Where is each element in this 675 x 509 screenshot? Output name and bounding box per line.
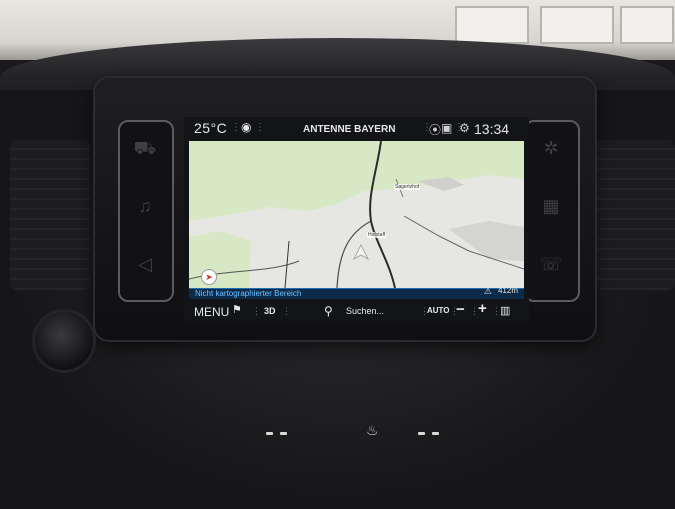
search-icon[interactable]: ⚲ bbox=[324, 304, 333, 318]
settings-shortcut-icon[interactable]: ✲ bbox=[534, 126, 568, 170]
map-layers-icon[interactable]: ▥ bbox=[500, 304, 510, 317]
console-indicator bbox=[266, 432, 273, 435]
unmapped-area-message: Nicht kartographierter Bereich bbox=[195, 289, 302, 298]
navigation-shortcut-icon[interactable]: ◁ bbox=[128, 242, 162, 286]
warning-triangle-icon: ⚠ bbox=[483, 286, 492, 296]
right-shortcut-panel: ✲ ▦ ☏ bbox=[524, 120, 580, 302]
zoom-out-button[interactable]: − bbox=[456, 301, 465, 318]
navigation-pin-icon[interactable]: ⦿ bbox=[429, 121, 441, 138]
volume-knob[interactable] bbox=[35, 312, 93, 370]
divider: ⋮ bbox=[255, 122, 265, 133]
car-shortcut-icon[interactable]: ⛟ bbox=[128, 126, 162, 170]
apps-shortcut-icon[interactable]: ▦ bbox=[534, 184, 568, 228]
forest-area bbox=[189, 141, 524, 221]
divider: ⋮ bbox=[282, 306, 291, 316]
phone-shortcut-icon[interactable]: ☏ bbox=[534, 242, 568, 286]
telephone-icon[interactable]: ▣ bbox=[441, 121, 452, 135]
auto-zoom-button[interactable]: AUTO bbox=[427, 306, 450, 315]
destination-flag-icon[interactable]: ⚑ bbox=[232, 303, 242, 316]
console-indicator bbox=[280, 432, 287, 435]
route-info-strip: Nicht kartographierter Bereich ⚠ 412m bbox=[189, 286, 524, 299]
distance-readout: 412m bbox=[497, 286, 518, 295]
vehicle-position-arrow bbox=[353, 244, 369, 261]
garage-window bbox=[540, 6, 614, 44]
status-bar: 25°C ⋮ ◉ ⋮ ANTENNE BAYERN ⋮ ⦿ ▣ ⋮ ⚙ 13:3… bbox=[184, 117, 529, 141]
compass-icon[interactable]: ➤ bbox=[201, 269, 217, 285]
place-label: Sagertzhof bbox=[394, 184, 421, 190]
heater-icon[interactable]: ♨ bbox=[366, 422, 379, 439]
forest-area bbox=[189, 231, 251, 288]
right-air-vent bbox=[595, 140, 675, 290]
field-area bbox=[449, 221, 524, 261]
navigation-toolbar: MENU ⚑ ⋮ 3D ⋮ ⚲ Suchen... ⋮ AUTO ⋮ − ⋮ +… bbox=[184, 299, 529, 324]
infotainment-screen: 25°C ⋮ ◉ ⋮ ANTENNE BAYERN ⋮ ⦿ ▣ ⋮ ⚙ 13:3… bbox=[184, 117, 529, 324]
settings-icon[interactable]: ⚙ bbox=[459, 121, 470, 135]
navigation-map[interactable]: Sagertzhof Hofstaff ➤ bbox=[189, 141, 524, 288]
menu-button[interactable]: MENU bbox=[194, 305, 229, 319]
divider: ⋮ bbox=[252, 306, 261, 316]
3d-view-button[interactable]: 3D bbox=[264, 306, 276, 316]
outside-temperature: 25°C bbox=[194, 120, 228, 136]
place-label: Hofstaff bbox=[367, 232, 387, 238]
console-indicator bbox=[418, 432, 425, 435]
search-button[interactable]: Suchen... bbox=[346, 306, 384, 316]
divider: ⋮ bbox=[231, 122, 241, 133]
radio-icon[interactable]: ◉ bbox=[241, 120, 251, 134]
left-shortcut-panel: ⛟ ♫ ◁ bbox=[118, 120, 174, 302]
garage-window bbox=[620, 6, 674, 44]
garage-window bbox=[455, 6, 529, 44]
console-indicator bbox=[432, 432, 439, 435]
music-shortcut-icon[interactable]: ♫ bbox=[128, 184, 162, 228]
radio-station[interactable]: ANTENNE BAYERN bbox=[303, 124, 395, 135]
left-air-vent bbox=[10, 140, 90, 290]
zoom-in-button[interactable]: + bbox=[478, 300, 487, 317]
clock: 13:34 bbox=[474, 121, 510, 137]
map-canvas bbox=[189, 141, 524, 288]
